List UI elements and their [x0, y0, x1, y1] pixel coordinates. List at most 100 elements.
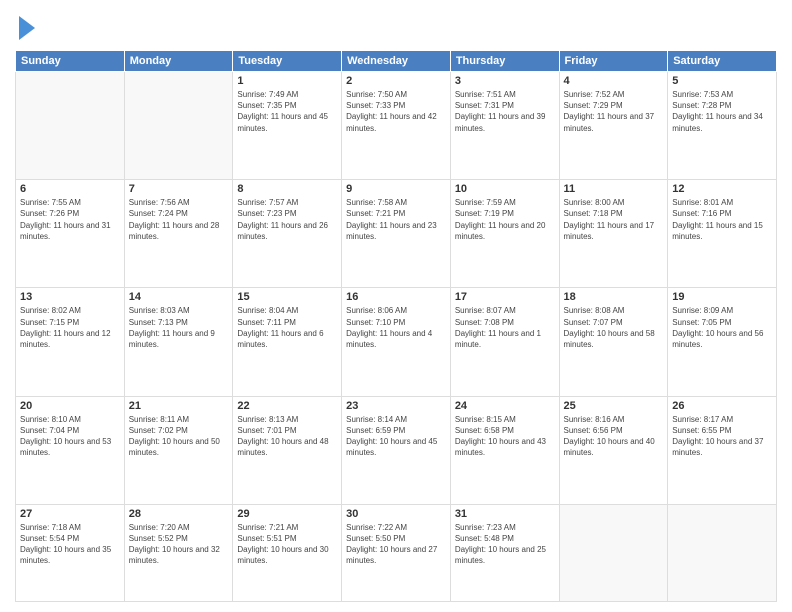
sunset: Sunset: 6:59 PM [346, 426, 405, 435]
daylight: Daylight: 10 hours and 45 minutes. [346, 437, 437, 457]
sunset: Sunset: 7:13 PM [129, 318, 188, 327]
day-info: Sunrise: 8:14 AM Sunset: 6:59 PM Dayligh… [346, 414, 446, 459]
header-monday: Monday [124, 51, 233, 72]
day-number: 23 [346, 400, 446, 412]
sunrise: Sunrise: 7:59 AM [455, 198, 516, 207]
day-info: Sunrise: 8:03 AM Sunset: 7:13 PM Dayligh… [129, 305, 229, 350]
sunset: Sunset: 7:04 PM [20, 426, 79, 435]
table-row: 1 Sunrise: 7:49 AM Sunset: 7:35 PM Dayli… [233, 72, 342, 180]
day-number: 5 [672, 75, 772, 87]
table-row: 6 Sunrise: 7:55 AM Sunset: 7:26 PM Dayli… [16, 180, 125, 288]
sunrise: Sunrise: 8:07 AM [455, 306, 516, 315]
daylight: Daylight: 10 hours and 35 minutes. [20, 545, 111, 565]
daylight: Daylight: 11 hours and 31 minutes. [20, 221, 111, 241]
daylight: Daylight: 10 hours and 37 minutes. [672, 437, 763, 457]
day-number: 20 [20, 400, 120, 412]
day-info: Sunrise: 7:22 AM Sunset: 5:50 PM Dayligh… [346, 522, 446, 567]
day-number: 22 [237, 400, 337, 412]
day-info: Sunrise: 7:53 AM Sunset: 7:28 PM Dayligh… [672, 89, 772, 134]
day-info: Sunrise: 7:50 AM Sunset: 7:33 PM Dayligh… [346, 89, 446, 134]
sunset: Sunset: 7:26 PM [20, 209, 79, 218]
daylight: Daylight: 10 hours and 58 minutes. [564, 329, 655, 349]
sunrise: Sunrise: 7:57 AM [237, 198, 298, 207]
sunrise: Sunrise: 7:22 AM [346, 523, 407, 532]
sunrise: Sunrise: 8:00 AM [564, 198, 625, 207]
day-info: Sunrise: 8:17 AM Sunset: 6:55 PM Dayligh… [672, 414, 772, 459]
sunrise: Sunrise: 8:08 AM [564, 306, 625, 315]
header-saturday: Saturday [668, 51, 777, 72]
daylight: Daylight: 11 hours and 42 minutes. [346, 112, 437, 132]
day-number: 15 [237, 291, 337, 303]
day-info: Sunrise: 8:15 AM Sunset: 6:58 PM Dayligh… [455, 414, 555, 459]
sunset: Sunset: 6:58 PM [455, 426, 514, 435]
day-info: Sunrise: 8:00 AM Sunset: 7:18 PM Dayligh… [564, 197, 664, 242]
day-info: Sunrise: 8:02 AM Sunset: 7:15 PM Dayligh… [20, 305, 120, 350]
day-info: Sunrise: 8:04 AM Sunset: 7:11 PM Dayligh… [237, 305, 337, 350]
day-info: Sunrise: 8:06 AM Sunset: 7:10 PM Dayligh… [346, 305, 446, 350]
day-number: 11 [564, 183, 664, 195]
table-row: 16 Sunrise: 8:06 AM Sunset: 7:10 PM Dayl… [342, 288, 451, 396]
sunset: Sunset: 7:21 PM [346, 209, 405, 218]
calendar-page: Sunday Monday Tuesday Wednesday Thursday… [0, 0, 792, 612]
day-info: Sunrise: 8:07 AM Sunset: 7:08 PM Dayligh… [455, 305, 555, 350]
day-number: 14 [129, 291, 229, 303]
daylight: Daylight: 10 hours and 32 minutes. [129, 545, 220, 565]
day-info: Sunrise: 8:11 AM Sunset: 7:02 PM Dayligh… [129, 414, 229, 459]
day-info: Sunrise: 7:18 AM Sunset: 5:54 PM Dayligh… [20, 522, 120, 567]
daylight: Daylight: 11 hours and 20 minutes. [455, 221, 546, 241]
day-number: 27 [20, 508, 120, 520]
calendar-table: Sunday Monday Tuesday Wednesday Thursday… [15, 50, 777, 602]
sunset: Sunset: 7:15 PM [20, 318, 79, 327]
sunrise: Sunrise: 8:15 AM [455, 415, 516, 424]
table-row [559, 504, 668, 601]
sunset: Sunset: 5:50 PM [346, 534, 405, 543]
table-row: 5 Sunrise: 7:53 AM Sunset: 7:28 PM Dayli… [668, 72, 777, 180]
daylight: Daylight: 10 hours and 40 minutes. [564, 437, 655, 457]
sunrise: Sunrise: 7:56 AM [129, 198, 190, 207]
sunrise: Sunrise: 7:51 AM [455, 90, 516, 99]
table-row: 29 Sunrise: 7:21 AM Sunset: 5:51 PM Dayl… [233, 504, 342, 601]
day-info: Sunrise: 8:10 AM Sunset: 7:04 PM Dayligh… [20, 414, 120, 459]
daylight: Daylight: 11 hours and 12 minutes. [20, 329, 111, 349]
day-number: 28 [129, 508, 229, 520]
sunset: Sunset: 7:07 PM [564, 318, 623, 327]
logo [15, 14, 37, 42]
day-info: Sunrise: 7:58 AM Sunset: 7:21 PM Dayligh… [346, 197, 446, 242]
day-number: 7 [129, 183, 229, 195]
sunrise: Sunrise: 8:06 AM [346, 306, 407, 315]
weekday-header-row: Sunday Monday Tuesday Wednesday Thursday… [16, 51, 777, 72]
day-info: Sunrise: 7:23 AM Sunset: 5:48 PM Dayligh… [455, 522, 555, 567]
day-info: Sunrise: 7:49 AM Sunset: 7:35 PM Dayligh… [237, 89, 337, 134]
day-info: Sunrise: 7:55 AM Sunset: 7:26 PM Dayligh… [20, 197, 120, 242]
day-info: Sunrise: 8:13 AM Sunset: 7:01 PM Dayligh… [237, 414, 337, 459]
table-row: 11 Sunrise: 8:00 AM Sunset: 7:18 PM Dayl… [559, 180, 668, 288]
day-number: 13 [20, 291, 120, 303]
sunrise: Sunrise: 8:14 AM [346, 415, 407, 424]
sunset: Sunset: 7:05 PM [672, 318, 731, 327]
sunrise: Sunrise: 7:18 AM [20, 523, 81, 532]
table-row: 2 Sunrise: 7:50 AM Sunset: 7:33 PM Dayli… [342, 72, 451, 180]
day-info: Sunrise: 8:16 AM Sunset: 6:56 PM Dayligh… [564, 414, 664, 459]
day-number: 9 [346, 183, 446, 195]
daylight: Daylight: 11 hours and 45 minutes. [237, 112, 328, 132]
sunrise: Sunrise: 8:13 AM [237, 415, 298, 424]
sunrise: Sunrise: 7:53 AM [672, 90, 733, 99]
day-info: Sunrise: 7:56 AM Sunset: 7:24 PM Dayligh… [129, 197, 229, 242]
day-info: Sunrise: 8:01 AM Sunset: 7:16 PM Dayligh… [672, 197, 772, 242]
table-row: 24 Sunrise: 8:15 AM Sunset: 6:58 PM Dayl… [450, 396, 559, 504]
table-row: 21 Sunrise: 8:11 AM Sunset: 7:02 PM Dayl… [124, 396, 233, 504]
day-number: 19 [672, 291, 772, 303]
day-number: 8 [237, 183, 337, 195]
sunset: Sunset: 6:56 PM [564, 426, 623, 435]
calendar-row: 27 Sunrise: 7:18 AM Sunset: 5:54 PM Dayl… [16, 504, 777, 601]
header-thursday: Thursday [450, 51, 559, 72]
table-row: 20 Sunrise: 8:10 AM Sunset: 7:04 PM Dayl… [16, 396, 125, 504]
table-row: 25 Sunrise: 8:16 AM Sunset: 6:56 PM Dayl… [559, 396, 668, 504]
sunset: Sunset: 5:54 PM [20, 534, 79, 543]
day-info: Sunrise: 7:57 AM Sunset: 7:23 PM Dayligh… [237, 197, 337, 242]
day-number: 18 [564, 291, 664, 303]
table-row: 22 Sunrise: 8:13 AM Sunset: 7:01 PM Dayl… [233, 396, 342, 504]
daylight: Daylight: 10 hours and 48 minutes. [237, 437, 328, 457]
sunset: Sunset: 7:10 PM [346, 318, 405, 327]
day-number: 26 [672, 400, 772, 412]
